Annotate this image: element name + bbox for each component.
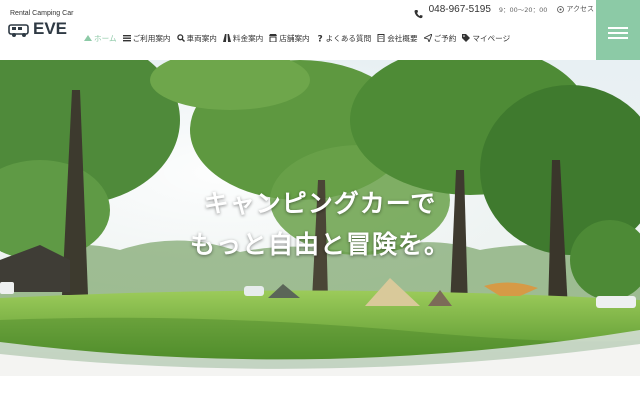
main-nav: ホーム ご利用案内 車両案内 料金案内 店舗案内 ? よくある質問 会社概要 ご <box>84 30 516 46</box>
logo-subtitle: Rental Camping Car <box>10 10 74 17</box>
content-area <box>0 376 640 408</box>
site-header: Rental Camping Car EVE 048-967-5195 9：00… <box>0 0 640 60</box>
hero-headline-line1: キャンピングカーで <box>203 189 437 218</box>
nav-label: 会社概要 <box>387 33 418 43</box>
nav-label: よくある質問 <box>325 33 372 43</box>
hero-headline-line2: もっと自由と冒険を。 <box>189 230 450 259</box>
tag-icon <box>462 34 471 42</box>
nav-item-home[interactable]: ホーム <box>84 33 123 44</box>
nav-item-company[interactable]: 会社概要 <box>377 33 423 44</box>
nav-item-mypage[interactable]: マイページ <box>462 33 516 44</box>
nav-label: ホーム <box>94 33 117 43</box>
logo-name: EVE <box>33 19 68 38</box>
phone-icon <box>414 4 423 19</box>
nav-label: マイページ <box>472 33 511 43</box>
send-icon <box>423 34 432 42</box>
nav-label: 料金案内 <box>232 33 264 43</box>
question-icon: ? <box>316 34 324 43</box>
nav-label: ご利用案内 <box>132 33 171 43</box>
access-link[interactable]: アクセス <box>557 4 594 14</box>
nav-item-pricing[interactable]: 料金案内 <box>222 33 269 44</box>
hamburger-icon <box>608 24 628 39</box>
tent-icon <box>84 34 92 42</box>
shop-icon <box>269 34 278 42</box>
nav-item-vehicles[interactable]: 車両案内 <box>176 33 223 44</box>
nav-item-guide[interactable]: ご利用案内 <box>122 33 177 44</box>
nav-label: 店舗案内 <box>279 33 310 43</box>
contact-bar: 048-967-5195 9：00〜20：00 アクセス <box>414 2 594 19</box>
nav-label: ご予約 <box>433 33 457 43</box>
hero-banner: キャンピングカーで もっと自由と冒険を。 <box>0 60 640 370</box>
camper-van-icon <box>8 22 30 38</box>
svg-text:?: ? <box>317 35 322 43</box>
nav-item-faq[interactable]: ? よくある質問 <box>316 33 378 44</box>
business-hours: 9：00〜20：00 <box>498 6 548 14</box>
road-icon <box>222 34 231 42</box>
site-logo[interactable]: Rental Camping Car EVE <box>8 10 74 52</box>
access-label: アクセス <box>566 5 594 13</box>
phone-number[interactable]: 048-967-5195 <box>429 4 491 15</box>
pin-icon <box>557 5 565 13</box>
menu-button[interactable] <box>596 0 640 60</box>
nav-item-stores[interactable]: 店舗案内 <box>269 33 315 44</box>
building-icon <box>377 34 385 42</box>
search-icon <box>176 34 185 42</box>
nav-item-reservation[interactable]: ご予約 <box>423 33 463 44</box>
list-icon <box>122 34 131 42</box>
nav-label: 車両案内 <box>186 33 217 43</box>
